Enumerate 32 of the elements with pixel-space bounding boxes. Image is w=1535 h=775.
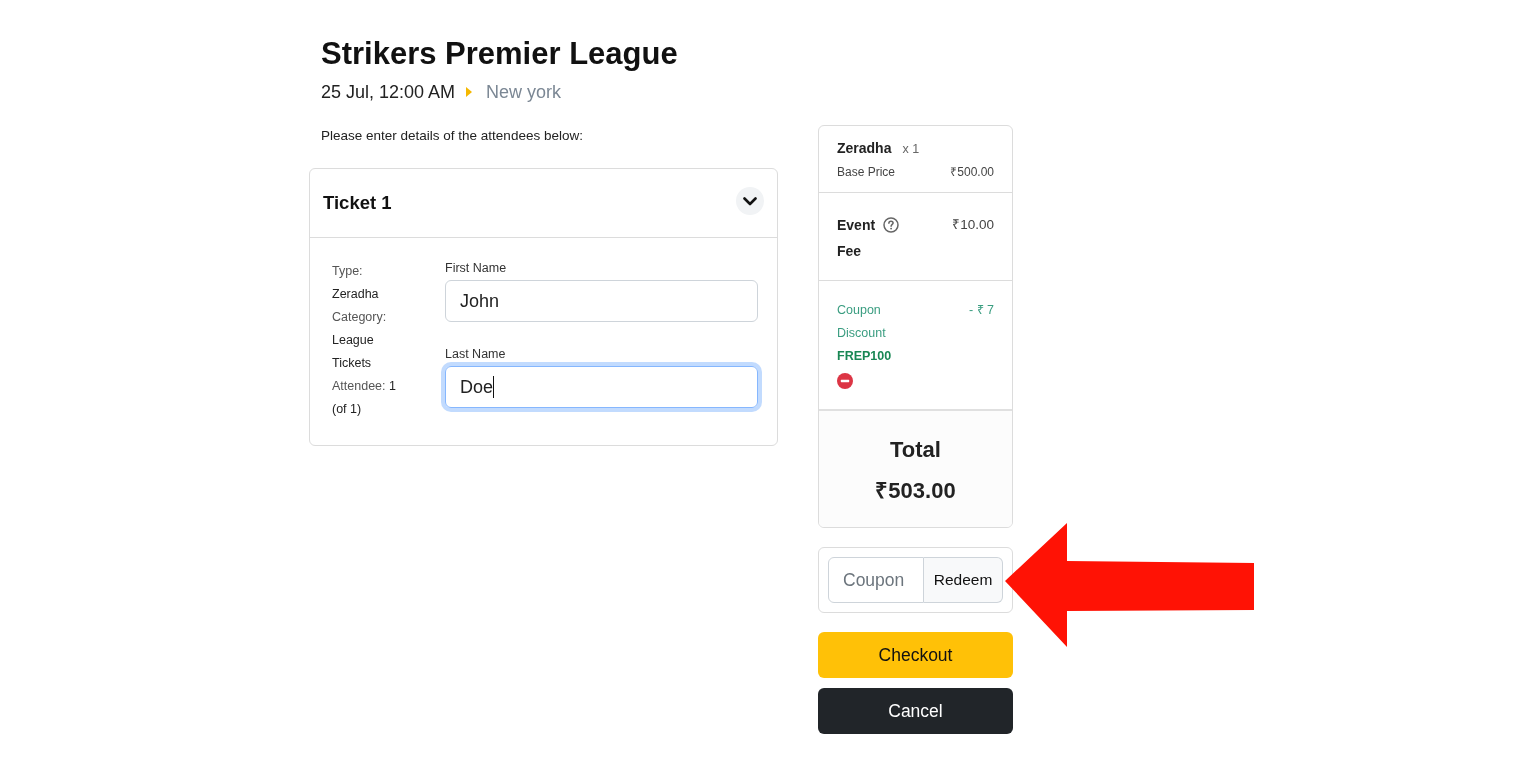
event-datetime: 25 Jul, 12:00 AM [321, 81, 456, 104]
ticket-title: Ticket 1 [323, 192, 392, 214]
checkout-button[interactable]: Checkout [818, 632, 1013, 678]
price-value: ₹500.00 [950, 164, 994, 181]
event-title: Strikers Premier League [321, 35, 679, 73]
remove-icon[interactable] [837, 373, 853, 389]
item-quantity: x 1 [902, 141, 920, 158]
fee-amount: ₹10.00 [952, 216, 994, 234]
price-label: Base Price [837, 164, 896, 181]
total-amount: ₹503.00 [874, 477, 957, 505]
field-label: Last Name [445, 346, 507, 362]
fee-label: Event Fee [837, 216, 876, 261]
text-input[interactable]: John [445, 280, 758, 322]
chevron-icon [743, 196, 757, 206]
event-location: New york [486, 81, 562, 104]
item-name: Zeradha [837, 139, 892, 158]
help-icon[interactable] [883, 217, 900, 233]
coupon-code: FREP100 [837, 348, 893, 365]
instructions-text: Please enter details of the attendees below: [321, 127, 584, 145]
detail-text: Type: Zeradha [332, 263, 380, 303]
toggle-button[interactable] [736, 187, 764, 215]
text-cursor [493, 376, 495, 398]
discount-label: Coupon Discount [837, 302, 886, 342]
detail-text: Category: League Tickets [332, 309, 388, 372]
total-label: Total [889, 436, 942, 464]
redeem-button[interactable]: Redeem [924, 557, 1003, 603]
discount-amount: - ₹ 7 [968, 302, 994, 319]
coupon-input[interactable]: Coupon [828, 557, 924, 603]
cancel-button[interactable]: Cancel [818, 688, 1013, 734]
detail-text: Attendee: 1 (of 1) [332, 378, 397, 418]
field-label: First Name [445, 260, 508, 276]
triangle-icon [466, 87, 473, 97]
